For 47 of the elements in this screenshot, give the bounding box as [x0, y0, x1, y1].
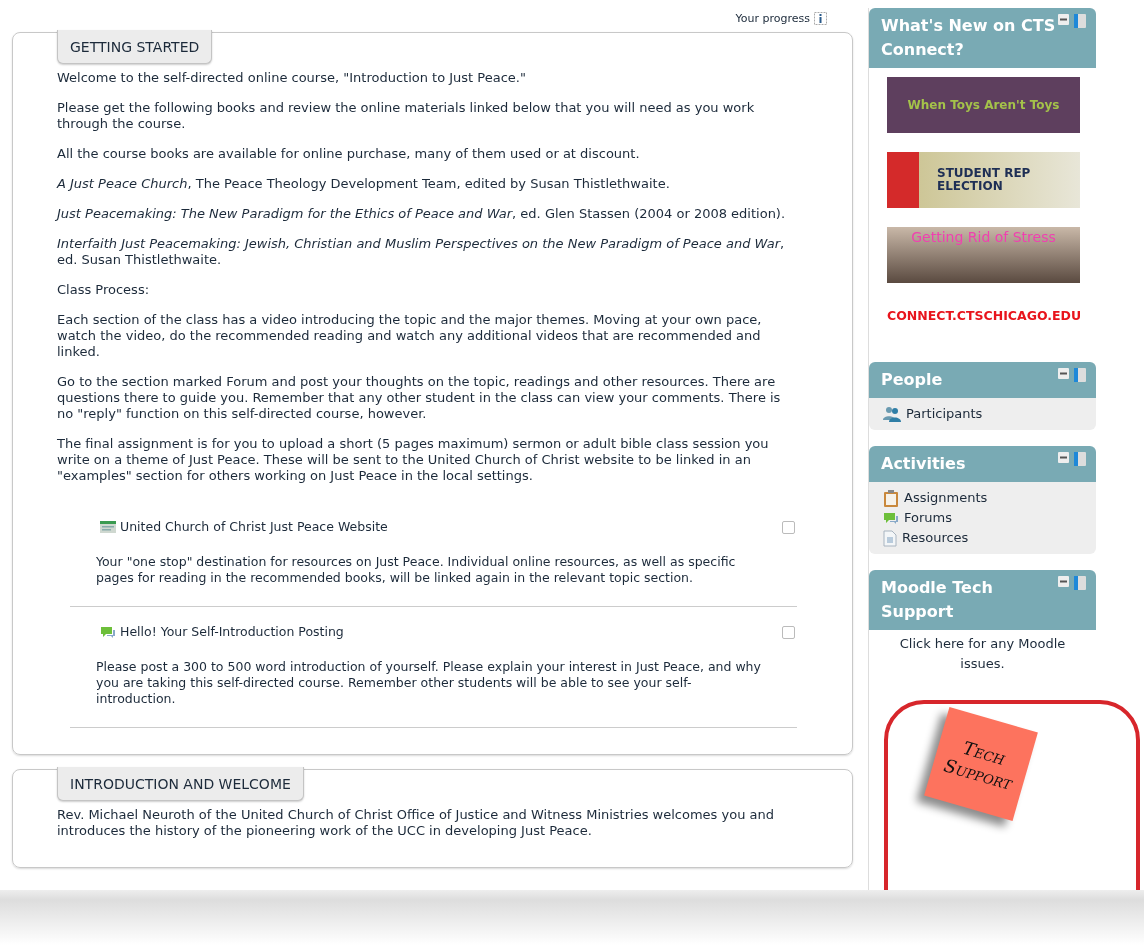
paragraph: Just Peacemaking: The New Paradigm for the Ethics of Peace and War, ed. Glen Stassen (2004 or 2008 edition). — [57, 206, 787, 222]
dock-icon[interactable] — [1074, 452, 1086, 466]
election-banner[interactable]: STUDENT REP ELECTION — [887, 152, 1080, 208]
block-title: Activities — [881, 454, 966, 473]
people-icon — [883, 406, 901, 422]
paragraph: Please get the following books and review the online materials linked below that you will need as you work through the course. — [57, 100, 756, 132]
minus-icon[interactable] — [1058, 14, 1069, 25]
block-link[interactable]: Assignments — [904, 488, 988, 508]
paragraph: Rev. Michael Neuroth of the United Church of Christ Office of Justice and Witness Ministries welcomes you and introduces the history of the pioneering work of the UCC in developing Just Peace. — [57, 807, 775, 839]
paragraph: The final assignment is for you to upload a short (5 pages maximum) sermon or adult bible class session you write on a theme of Just Peace. These will be sent to the United Church of Christ website to be linked in an "examples" section for others working on Just Peace in the local settings. — [57, 436, 770, 484]
activity-description: Please post a 300 to 500 word introduction of yourself. Please explain your interest in Just Peace, and why you are taking this self-directed course. Remember other students will be able to see your self-introduction. — [96, 659, 762, 707]
block-link[interactable]: Forums — [904, 508, 952, 528]
paragraph: A Just Peace Church, The Peace Theology Development Team, edited by Susan Thistlethwaite. — [57, 176, 671, 192]
info-icon[interactable] — [814, 11, 827, 25]
completion-checkbox[interactable] — [782, 625, 795, 639]
paragraph: Go to the section marked Forum and post your thoughts on the topic, readings and other resources. There are questions there to guide you. Remember that any other student in the class can view your comments. There is no "reply" function on this self-directed course, however. — [57, 374, 782, 422]
minus-icon[interactable] — [1058, 368, 1069, 379]
paragraph: Welcome to the self-directed online course, "Introduction to Just Peace." — [57, 70, 527, 86]
dock-icon[interactable] — [1074, 368, 1086, 382]
paragraph: Class Process: — [57, 282, 151, 298]
block-link[interactable]: Resources — [902, 528, 969, 548]
completion-checkbox[interactable] — [782, 520, 795, 534]
paragraph: Interfaith Just Peacemaking: Jewish, Christian and Muslim Perspectives on the New Paradigm of Peace and War, ed. Susan Thistlethwaite. — [57, 236, 786, 268]
document-icon — [883, 529, 897, 547]
section-title-tab[interactable]: GETTING STARTED — [57, 30, 213, 64]
site-link[interactable]: CONNECT.CTSCHICAGO.EDU — [887, 306, 1082, 326]
minus-icon[interactable] — [1058, 452, 1069, 463]
blog-banner[interactable]: When Toys Aren't Toys — [887, 77, 1080, 133]
speech-bubbles-icon — [883, 511, 899, 525]
progress-label: Your progress — [735, 11, 810, 25]
dock-icon[interactable] — [1074, 14, 1086, 28]
paragraph: All the course books are available for online purchase, many of them used or at discount. — [57, 146, 641, 162]
block-title: Moodle Tech Support — [881, 578, 993, 621]
speech-bubbles-icon — [100, 625, 116, 639]
section-title-tab[interactable]: INTRODUCTION AND WELCOME — [57, 767, 304, 801]
support-text[interactable]: Click here for any Moodle issues. — [879, 634, 1086, 674]
activity-link[interactable]: United Church of Christ Just Peace Website — [120, 519, 778, 535]
activity-description: Your "one stop" destination for resources on Just Peace. Individual online resources, as well as specific pages for reading in the recommended books, will be linked again in the relevant topic section. — [96, 554, 737, 586]
dock-icon[interactable] — [1074, 576, 1086, 590]
activity-link[interactable]: Hello! Your Self-Introduction Posting — [120, 624, 778, 640]
paragraph: Each section of the class has a video introducing the topic and the major themes. Moving at your own pace, watch the video, do the recommended reading and watch any additional videos that are recommended and linked. — [57, 312, 763, 360]
web-page-icon — [100, 521, 116, 533]
minus-icon[interactable] — [1058, 576, 1069, 587]
sticky-note[interactable]: Tech Support — [924, 707, 1038, 821]
block-title: What's New on CTS Connect? — [881, 16, 1056, 59]
clipboard-icon — [883, 489, 899, 507]
block-title: People — [881, 370, 943, 389]
